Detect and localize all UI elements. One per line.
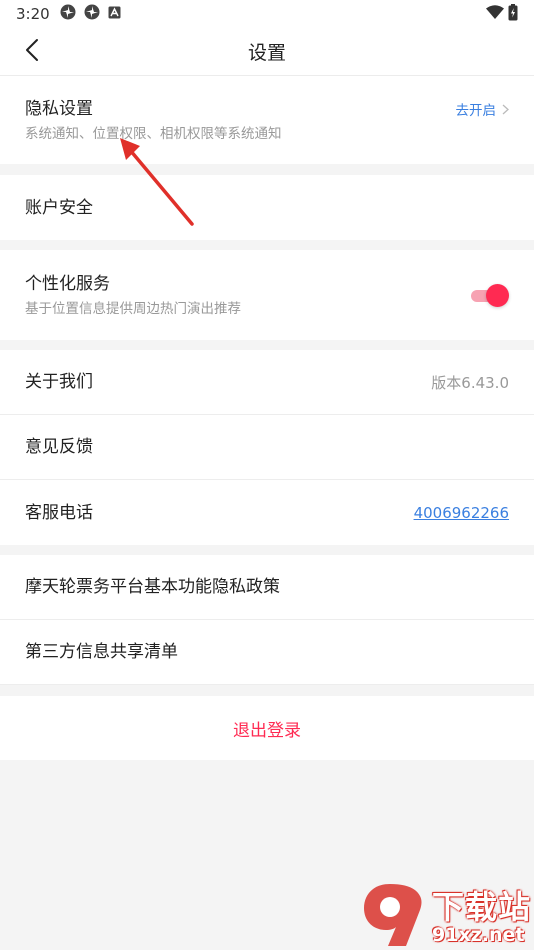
privacy-settings-row[interactable]: 隐私设置 系统通知、位置权限、相机权限等系统通知 去开启	[0, 76, 534, 164]
third-party-title: 第三方信息共享清单	[25, 642, 178, 662]
about-right: 版本6.43.0	[431, 372, 509, 393]
app-badge-icon	[108, 5, 121, 23]
chevron-left-icon	[25, 38, 39, 66]
battery-charging-icon	[508, 3, 518, 25]
about-title: 关于我们	[25, 372, 93, 392]
privacy-section: 隐私设置 系统通知、位置权限、相机权限等系统通知 去开启	[0, 76, 534, 164]
account-security-row[interactable]: 账户安全	[0, 175, 534, 240]
about-us-row[interactable]: 关于我们 版本6.43.0	[0, 350, 534, 415]
account-section: 账户安全	[0, 175, 534, 240]
personalization-row: 个性化服务 基于位置信息提供周边热门演出推荐	[0, 250, 534, 340]
pinwheel-icon	[84, 4, 100, 24]
watermark-title: 下载站	[432, 888, 532, 926]
support-title: 客服电话	[25, 502, 93, 523]
privacy-action[interactable]: 去开启	[456, 99, 510, 119]
back-button[interactable]	[14, 36, 50, 68]
status-right	[486, 3, 518, 25]
customer-service-row: 客服电话 4006962266	[0, 480, 534, 545]
logout-button[interactable]: 退出登录	[0, 696, 534, 760]
privacy-action-label: 去开启	[455, 103, 497, 119]
status-bar: 3:20	[0, 0, 534, 28]
support-right: 4006962266	[414, 504, 509, 522]
third-party-sharing-row[interactable]: 第三方信息共享清单	[0, 620, 534, 685]
personalization-text: 个性化服务 基于位置信息提供周边热门演出推荐	[25, 272, 241, 318]
privacy-policy-row[interactable]: 摩天轮票务平台基本功能隐私政策	[0, 555, 534, 620]
policy-section: 摩天轮票务平台基本功能隐私政策 第三方信息共享清单	[0, 555, 534, 685]
nav-header: 设置	[0, 28, 534, 76]
account-title: 账户安全	[25, 197, 93, 218]
privacy-subtitle: 系统通知、位置权限、相机权限等系统通知	[25, 126, 282, 142]
policy-title: 摩天轮票务平台基本功能隐私政策	[25, 577, 280, 597]
version-text: 版本6.43.0	[431, 373, 509, 392]
wifi-icon	[486, 5, 504, 23]
info-section: 关于我们 版本6.43.0 意见反馈 客服电话 4006962266	[0, 350, 534, 545]
privacy-title: 隐私设置	[25, 99, 93, 119]
watermark-site: 91xz.net	[432, 924, 525, 946]
personalization-title: 个性化服务	[25, 274, 110, 294]
watermark-logo-icon	[364, 884, 422, 946]
status-time: 3:20	[16, 5, 50, 23]
phone-link[interactable]: 4006962266	[414, 504, 509, 522]
feedback-title: 意见反馈	[25, 437, 93, 457]
page-title: 设置	[247, 42, 286, 64]
chevron-right-icon	[502, 100, 509, 119]
personalization-toggle[interactable]	[469, 284, 509, 307]
feedback-row[interactable]: 意见反馈	[0, 415, 534, 480]
toggle-knob	[486, 284, 509, 307]
personalization-toggle-wrap	[469, 284, 509, 307]
watermark: 下载站 91xz.net	[362, 880, 534, 950]
personalization-subtitle: 基于位置信息提供周边热门演出推荐	[25, 301, 241, 317]
personalization-section: 个性化服务 基于位置信息提供周边热门演出推荐	[0, 250, 534, 340]
pinwheel-icon	[60, 4, 76, 24]
logout-section: 退出登录	[0, 696, 534, 760]
privacy-text: 隐私设置 系统通知、位置权限、相机权限等系统通知	[25, 97, 282, 143]
